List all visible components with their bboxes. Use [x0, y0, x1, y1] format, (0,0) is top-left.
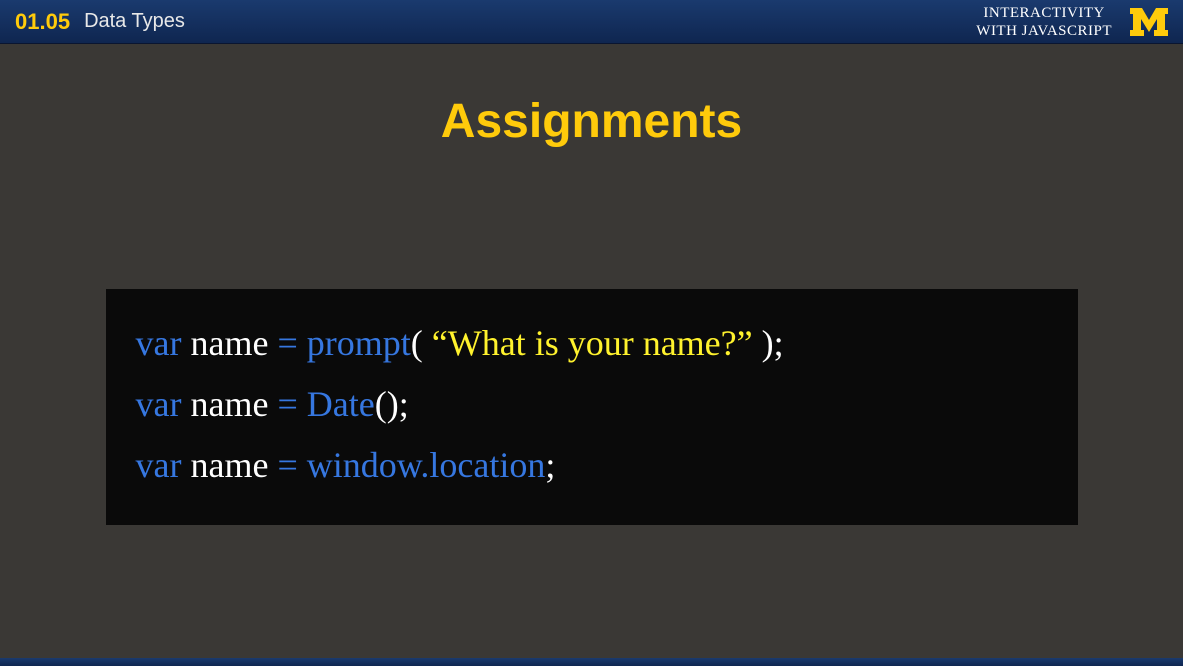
code-token: = — [277, 323, 297, 363]
code-token: ( — [411, 323, 432, 363]
footer-bar — [0, 658, 1183, 666]
michigan-logo-icon — [1130, 8, 1168, 36]
lesson-title: Data Types — [84, 10, 185, 33]
slide-content: Assignments var name = prompt( “What is … — [0, 44, 1183, 525]
code-token: “What is your name?” — [432, 323, 753, 363]
code-token: window.location — [298, 445, 546, 485]
code-token: name — [181, 323, 277, 363]
code-line: var name = prompt( “What is your name?” … — [136, 313, 1048, 374]
code-token: name — [181, 445, 277, 485]
code-token: prompt — [298, 323, 411, 363]
lesson-number: 01.05 — [15, 9, 70, 35]
code-token: var — [136, 384, 182, 424]
code-token: name — [181, 384, 277, 424]
code-token: (); — [375, 384, 409, 424]
code-token: = — [277, 384, 297, 424]
slide-title: Assignments — [0, 94, 1183, 149]
code-token: Date — [298, 384, 375, 424]
header-left: 01.05 Data Types — [15, 9, 185, 35]
code-token: ; — [545, 445, 555, 485]
code-token: ); — [753, 323, 784, 363]
code-block: var name = prompt( “What is your name?” … — [106, 289, 1078, 525]
code-token: var — [136, 323, 182, 363]
course-title-line2: WITH JAVASCRIPT — [976, 22, 1112, 40]
header-right: INTERACTIVITY WITH JAVASCRIPT — [976, 4, 1168, 40]
code-token: = — [277, 445, 297, 485]
header-bar: 01.05 Data Types INTERACTIVITY WITH JAVA… — [0, 0, 1183, 44]
code-token: var — [136, 445, 182, 485]
course-title-line1: INTERACTIVITY — [976, 4, 1112, 22]
code-line: var name = window.location; — [136, 435, 1048, 496]
code-line: var name = Date(); — [136, 374, 1048, 435]
course-title: INTERACTIVITY WITH JAVASCRIPT — [976, 4, 1112, 40]
